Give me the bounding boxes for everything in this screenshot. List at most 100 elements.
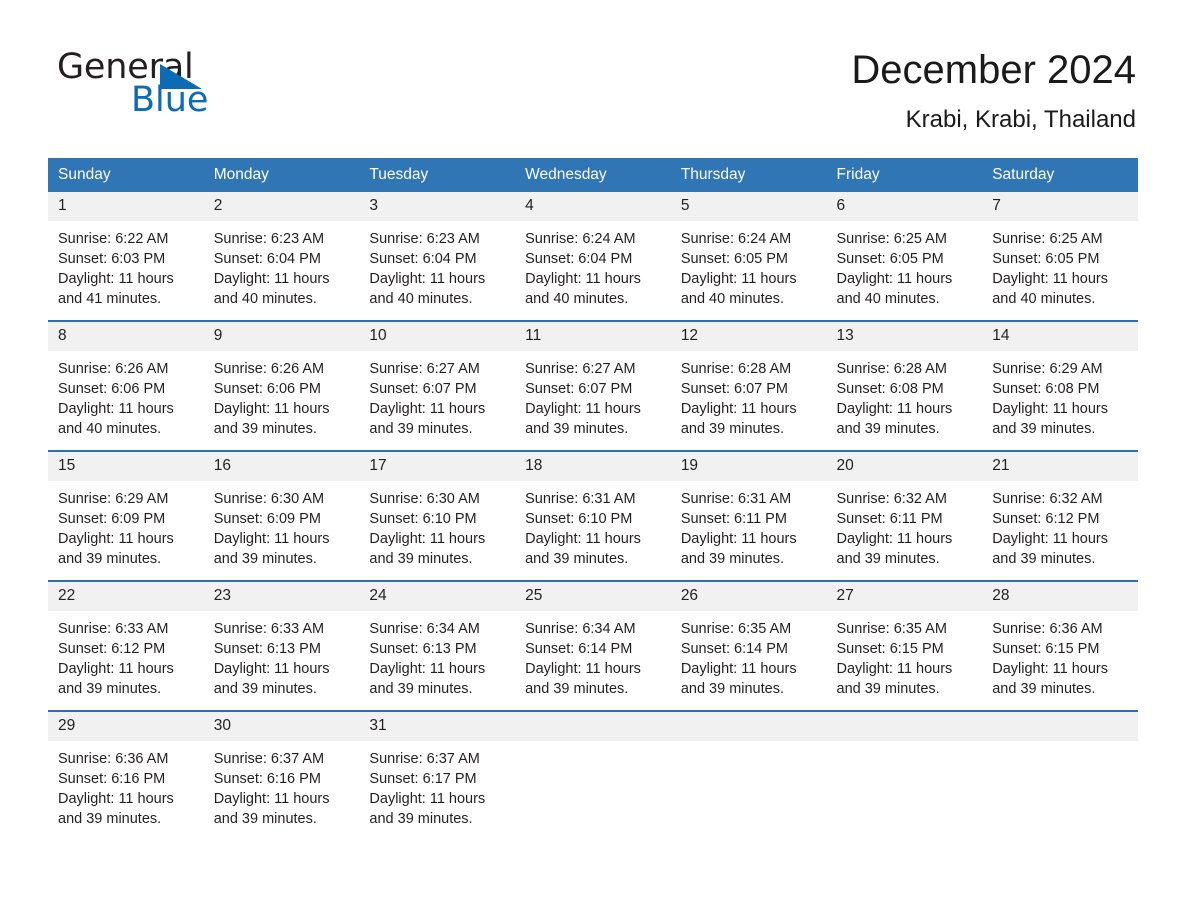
sunset-time: Sunset: 6:13 PM [369,641,477,657]
daylight-duration-line2: and 39 minutes. [58,811,162,827]
sunrise-time: Sunrise: 6:33 AM [58,621,169,637]
weekday-header-sunday: Sunday [48,158,204,192]
daylight-duration-line1: Daylight: 11 hours [369,271,486,287]
sunset-time: Sunset: 6:05 PM [680,251,789,267]
calendar-day-cell[interactable]: 27 Sunrise: 6:35 AM Sunset: 6:15 PM Dayligh… [826,580,983,711]
calendar-week-row: 8 Sunrise: 6:26 AM Sunset: 6:06 PM Daylight… [48,320,1138,451]
day-details: Sunrise: 6:23 AM Sunset: 6:04 PM Daylight:… [359,221,515,320]
day-details [982,741,1138,836]
day-number: 21 [982,452,1138,481]
day-details: Sunrise: 6:34 AM Sunset: 6:14 PM Daylight:… [515,611,671,710]
sunset-time: Sunset: 6:04 PM [369,251,477,267]
day-details: Sunrise: 6:34 AM Sunset: 6:13 PM Daylight:… [359,611,515,710]
calendar-day-cell[interactable]: 20 Sunrise: 6:32 AM Sunset: 6:11 PM Dayligh… [826,450,983,581]
daylight-duration-line2: and 39 minutes. [992,421,1096,437]
calendar-week-row: 22 Sunrise: 6:33 AM Sunset: 6:12 PM Dayligh… [48,580,1138,711]
daylight-duration-line2: and 40 minutes. [369,291,473,307]
daylight-duration-line2: and 39 minutes. [836,421,940,437]
calendar-day-cell[interactable]: 13 Sunrise: 6:28 AM Sunset: 6:08 PM Dayligh… [826,320,983,451]
sunset-time: Sunset: 6:07 PM [525,381,633,397]
sunrise-time: Sunrise: 6:28 AM [836,361,947,377]
sunrise-time: Sunrise: 6:25 AM [836,231,947,247]
daylight-duration-line2: and 39 minutes. [213,811,317,827]
sunrise-time: Sunrise: 6:35 AM [836,621,947,637]
sunrise-time: Sunrise: 6:32 AM [992,491,1103,507]
calendar-day-cell[interactable]: 8 Sunrise: 6:26 AM Sunset: 6:06 PM Daylight… [48,320,204,451]
daylight-duration-line2: and 39 minutes. [836,551,940,567]
calendar-day-cell[interactable]: 28 Sunrise: 6:36 AM Sunset: 6:15 PM Dayligh… [982,580,1138,711]
sunset-time: Sunset: 6:17 PM [369,771,477,787]
sunrise-time: Sunrise: 6:28 AM [680,361,792,377]
calendar-day-cell[interactable]: 23 Sunrise: 6:33 AM Sunset: 6:13 PM Dayligh… [203,580,360,711]
daylight-duration-line1: Daylight: 11 hours [58,271,174,287]
general-blue-logo[interactable]: General Blue [57,50,237,128]
sunset-time: Sunset: 6:11 PM [680,511,787,527]
day-details: Sunrise: 6:29 AM Sunset: 6:08 PM Daylight:… [982,351,1138,450]
daylight-duration-line2: and 39 minutes. [369,811,473,827]
daylight-duration-line1: Daylight: 11 hours [680,271,797,287]
daylight-duration-line1: Daylight: 11 hours [213,401,330,417]
calendar-day-cell[interactable]: 2 Sunrise: 6:23 AM Sunset: 6:04 PM Daylight… [203,192,360,321]
calendar-day-cell[interactable]: 14 Sunrise: 6:29 AM Sunset: 6:08 PM Dayligh… [982,320,1138,451]
daylight-duration-line1: Daylight: 11 hours [369,661,486,677]
calendar-day-cell[interactable]: 7 Sunrise: 6:25 AM Sunset: 6:05 PM Daylight… [982,192,1138,321]
daylight-duration-line1: Daylight: 11 hours [213,791,330,807]
calendar-day-cell[interactable]: 26 Sunrise: 6:35 AM Sunset: 6:14 PM Dayligh… [670,580,827,711]
day-number [670,712,827,741]
day-number: 29 [48,712,204,741]
daylight-duration-line2: and 40 minutes. [992,291,1096,307]
calendar-day-cell[interactable]: 11 Sunrise: 6:27 AM Sunset: 6:07 PM Dayligh… [515,320,671,451]
weekday-header-monday: Monday [203,158,360,192]
calendar-day-cell[interactable]: 31 Sunrise: 6:37 AM Sunset: 6:17 PM Dayligh… [359,710,516,836]
daylight-duration-line1: Daylight: 11 hours [213,531,330,547]
weekday-header-thursday: Thursday [670,158,827,192]
calendar-day-cell[interactable]: 19 Sunrise: 6:31 AM Sunset: 6:11 PM Dayligh… [670,450,827,581]
calendar-day-cell[interactable]: 9 Sunrise: 6:26 AM Sunset: 6:06 PM Daylight… [203,320,360,451]
daylight-duration-line2: and 40 minutes. [58,421,162,437]
calendar-day-cell[interactable]: 22 Sunrise: 6:33 AM Sunset: 6:12 PM Dayligh… [48,580,204,711]
calendar-day-cell[interactable]: 4 Sunrise: 6:24 AM Sunset: 6:04 PM Daylight… [515,192,671,321]
calendar-day-cell[interactable]: 10 Sunrise: 6:27 AM Sunset: 6:07 PM Dayligh… [359,320,516,451]
calendar-day-cell[interactable]: 3 Sunrise: 6:23 AM Sunset: 6:04 PM Daylight… [359,192,516,321]
calendar-day-cell[interactable]: 17 Sunrise: 6:30 AM Sunset: 6:10 PM Dayligh… [359,450,516,581]
calendar-day-cell[interactable]: 6 Sunrise: 6:25 AM Sunset: 6:05 PM Daylight… [826,192,983,321]
calendar-header-row: Sunday Monday Tuesday Wednesday Thursday… [48,158,1138,192]
daylight-duration-line2: and 39 minutes. [836,681,940,697]
sunset-time: Sunset: 6:03 PM [58,251,166,267]
day-details: Sunrise: 6:22 AM Sunset: 6:03 PM Daylight:… [48,221,204,320]
daylight-duration-line2: and 39 minutes. [992,681,1096,697]
calendar-day-cell[interactable]: 25 Sunrise: 6:34 AM Sunset: 6:14 PM Dayligh… [515,580,671,711]
daylight-duration-line2: and 39 minutes. [369,421,473,437]
location-subtitle: Krabi, Krabi, Thailand [905,106,1136,133]
day-number: 25 [515,582,671,611]
calendar-day-cell[interactable]: 15 Sunrise: 6:29 AM Sunset: 6:09 PM Dayligh… [48,450,204,581]
calendar-day-cell[interactable]: 29 Sunrise: 6:36 AM Sunset: 6:16 PM Dayligh… [48,710,204,836]
calendar-day-cell[interactable]: 1 Sunrise: 6:22 AM Sunset: 6:03 PM Daylight… [48,192,204,321]
daylight-duration-line2: and 39 minutes. [58,551,162,567]
daylight-duration-line1: Daylight: 11 hours [369,531,486,547]
title-block: December 2024 Krabi, Krabi, Thailand [851,47,1136,135]
calendar-day-cell[interactable]: 30 Sunrise: 6:37 AM Sunset: 6:16 PM Dayligh… [203,710,360,836]
sunrise-time: Sunrise: 6:29 AM [992,361,1103,377]
daylight-duration-line2: and 39 minutes. [525,421,629,437]
sunrise-time: Sunrise: 6:27 AM [369,361,480,377]
sunset-time: Sunset: 6:15 PM [992,641,1100,657]
calendar-day-cell[interactable]: 5 Sunrise: 6:24 AM Sunset: 6:05 PM Daylight… [670,192,827,321]
day-number: 30 [203,712,360,741]
sunrise-time: Sunrise: 6:31 AM [525,491,636,507]
day-details: Sunrise: 6:36 AM Sunset: 6:15 PM Daylight:… [982,611,1138,710]
daylight-duration-line2: and 39 minutes. [992,551,1096,567]
calendar-day-cell[interactable]: 16 Sunrise: 6:30 AM Sunset: 6:09 PM Dayligh… [203,450,360,581]
daylight-duration-line1: Daylight: 11 hours [836,401,953,417]
sunset-time: Sunset: 6:08 PM [992,381,1100,397]
day-details: Sunrise: 6:33 AM Sunset: 6:13 PM Daylight:… [204,611,360,710]
calendar-day-cell[interactable]: 21 Sunrise: 6:32 AM Sunset: 6:12 PM Dayligh… [982,450,1138,581]
day-details: Sunrise: 6:31 AM Sunset: 6:10 PM Daylight:… [515,481,671,580]
day-details: Sunrise: 6:24 AM Sunset: 6:05 PM Daylight:… [671,221,827,320]
calendar-day-cell[interactable]: 18 Sunrise: 6:31 AM Sunset: 6:10 PM Dayligh… [515,450,671,581]
daylight-duration-line1: Daylight: 11 hours [992,401,1109,417]
calendar-day-cell[interactable]: 24 Sunrise: 6:34 AM Sunset: 6:13 PM Dayligh… [359,580,516,711]
calendar-page: General Blue December 2024 Krabi, Krabi,… [0,0,1188,918]
calendar-day-cell[interactable]: 12 Sunrise: 6:28 AM Sunset: 6:07 PM Dayligh… [670,320,827,451]
day-details [515,741,671,836]
